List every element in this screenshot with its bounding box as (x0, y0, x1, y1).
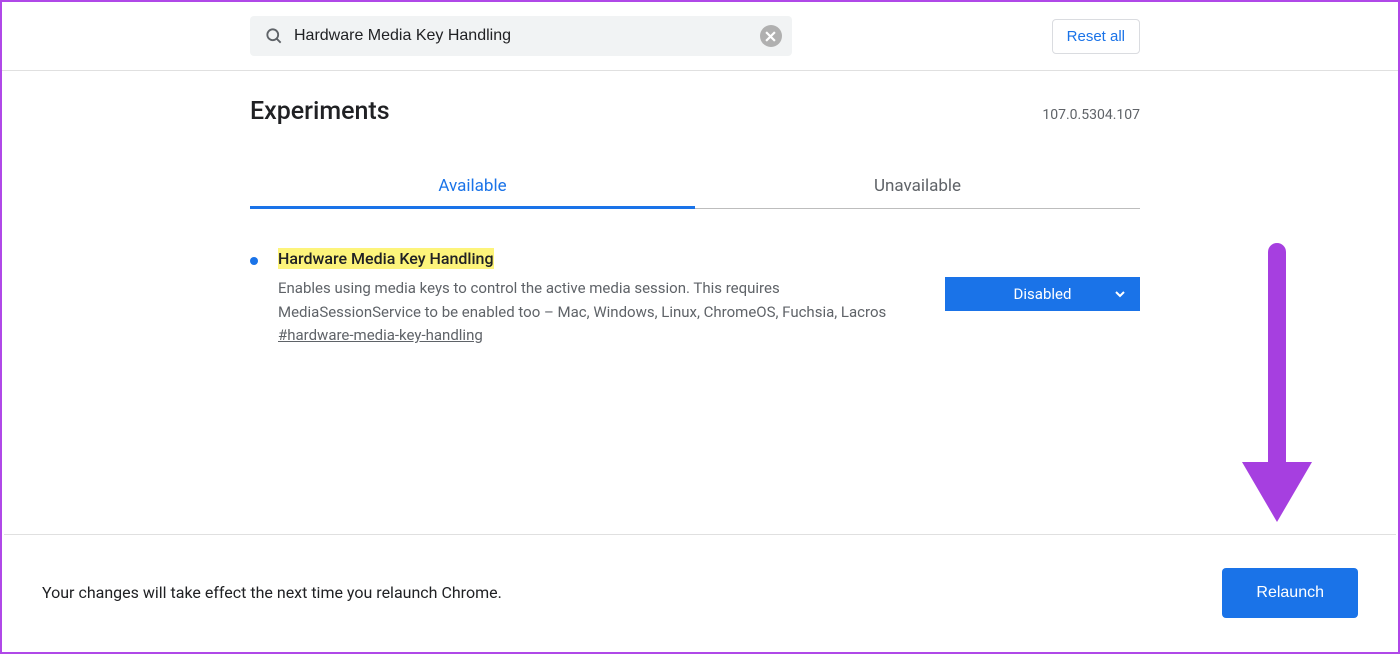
relaunch-button[interactable]: Relaunch (1222, 568, 1358, 618)
tab-unavailable[interactable]: Unavailable (695, 164, 1140, 208)
search-box[interactable] (250, 16, 792, 56)
flag-description: Enables using media keys to control the … (278, 276, 925, 324)
tab-available[interactable]: Available (250, 164, 695, 208)
clear-search-button[interactable] (760, 25, 782, 47)
main-content: Experiments 107.0.5304.107 Available Una… (250, 71, 1140, 344)
close-icon (765, 31, 776, 42)
annotation-arrow-icon (1232, 242, 1322, 542)
header-bar: Reset all (2, 2, 1398, 71)
reset-all-button[interactable]: Reset all (1052, 19, 1140, 54)
title-row: Experiments 107.0.5304.107 (250, 97, 1140, 126)
tabs: Available Unavailable (250, 164, 1140, 209)
modified-indicator-icon (250, 257, 258, 265)
flag-anchor-link[interactable]: #hardware-media-key-handling (278, 326, 483, 344)
version-label: 107.0.5304.107 (1042, 107, 1140, 123)
flag-row: Hardware Media Key Handling Enables usin… (250, 249, 1140, 344)
flag-state-value: Disabled (1014, 285, 1072, 303)
flag-state-select[interactable]: Disabled (945, 277, 1140, 311)
search-icon (264, 26, 284, 46)
flag-text: Hardware Media Key Handling Enables usin… (278, 249, 925, 344)
restart-message: Your changes will take effect the next t… (42, 583, 502, 602)
restart-bar: Your changes will take effect the next t… (4, 534, 1396, 650)
flag-title: Hardware Media Key Handling (278, 248, 494, 269)
page-title: Experiments (250, 97, 390, 126)
header-row: Reset all (250, 16, 1140, 56)
chevron-down-icon (1114, 288, 1126, 300)
search-input[interactable] (284, 27, 760, 45)
